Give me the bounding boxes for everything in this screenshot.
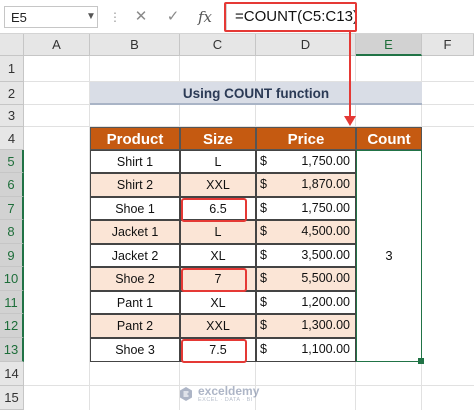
price-currency: $ <box>260 342 267 356</box>
header-count[interactable]: Count <box>356 127 422 150</box>
enter-icon[interactable]: ✓ <box>160 6 186 28</box>
select-all-corner[interactable] <box>0 34 24 56</box>
fill-handle[interactable] <box>418 358 424 364</box>
row-header-8[interactable]: 8 <box>0 220 24 244</box>
product-cell[interactable]: Pant 1 <box>90 291 180 314</box>
row-header-9[interactable]: 9 <box>0 244 24 267</box>
sheet-title[interactable]: Using COUNT function <box>90 82 422 105</box>
product-cell[interactable]: Jacket 2 <box>90 244 180 267</box>
name-box-dropdown-icon[interactable]: ▼ <box>84 6 98 28</box>
highlight-box-shoe-2-size <box>181 268 247 292</box>
count-result[interactable]: 3 <box>356 245 422 267</box>
size-cell[interactable]: XXL <box>180 173 256 197</box>
row-header-12[interactable]: 12 <box>0 314 24 338</box>
size-cell[interactable]: XXL <box>180 314 256 338</box>
size-cell[interactable]: L <box>180 150 256 173</box>
column-header-b[interactable]: B <box>90 34 180 56</box>
price-amount: 1,100.00 <box>301 342 350 356</box>
insert-function-icon[interactable]: fx <box>192 6 218 28</box>
price-currency: $ <box>260 154 267 168</box>
price-amount: 1,870.00 <box>301 177 350 191</box>
product-cell[interactable]: Shoe 1 <box>90 197 180 220</box>
size-cell[interactable]: L <box>180 220 256 244</box>
product-cell[interactable]: Pant 2 <box>90 314 180 338</box>
price-currency: $ <box>260 201 267 215</box>
price-amount: 1,300.00 <box>301 318 350 332</box>
price-currency: $ <box>260 318 267 332</box>
row-header-4[interactable]: 4 <box>0 127 24 150</box>
price-amount: 1,200.00 <box>301 295 350 309</box>
row-header-7[interactable]: 7 <box>0 197 24 220</box>
row-header-3[interactable]: 3 <box>0 105 24 127</box>
annotation-arrow-shaft <box>349 30 351 120</box>
watermark-name: exceldemy <box>198 384 260 398</box>
formula-highlight-box <box>224 2 357 32</box>
row-header-2[interactable]: 2 <box>0 82 24 105</box>
price-amount: 1,750.00 <box>301 154 350 168</box>
row-header-10[interactable]: 10 <box>0 267 24 291</box>
product-cell[interactable]: Shirt 2 <box>90 173 180 197</box>
price-currency: $ <box>260 224 267 238</box>
watermark-tagline: EXCEL · DATA · BI <box>198 397 253 403</box>
header-size[interactable]: Size <box>180 127 256 150</box>
price-amount: 3,500.00 <box>301 248 350 262</box>
price-amount: 1,750.00 <box>301 201 350 215</box>
highlight-box-shoe-3-size <box>181 339 247 363</box>
size-cell[interactable]: XL <box>180 291 256 314</box>
size-cell[interactable]: XL <box>180 244 256 267</box>
column-header-f[interactable]: F <box>422 34 474 56</box>
product-cell[interactable]: Shoe 3 <box>90 338 180 362</box>
row-header-5[interactable]: 5 <box>0 150 24 173</box>
row-header-13[interactable]: 13 <box>0 338 24 362</box>
header-price[interactable]: Price <box>256 127 356 150</box>
header-product[interactable]: Product <box>90 127 180 150</box>
row-header-11[interactable]: 11 <box>0 291 24 314</box>
column-header-e[interactable]: E <box>356 34 422 56</box>
column-header-c[interactable]: C <box>180 34 256 56</box>
formula-bar-separator-icon: ⋮ <box>109 10 121 24</box>
exceldemy-logo-icon <box>180 387 192 401</box>
product-cell[interactable]: Shirt 1 <box>90 150 180 173</box>
cancel-icon[interactable]: ✕ <box>128 6 154 28</box>
price-amount: 4,500.00 <box>301 224 350 238</box>
price-currency: $ <box>260 177 267 191</box>
column-header-d[interactable]: D <box>256 34 356 56</box>
highlight-box-shoe-1-size <box>181 198 247 222</box>
watermark: exceldemy EXCEL · DATA · BI <box>176 384 286 406</box>
price-amount: 5,500.00 <box>301 271 350 285</box>
row-header-1[interactable]: 1 <box>0 56 24 82</box>
column-header-a[interactable]: A <box>24 34 90 56</box>
row-header-6[interactable]: 6 <box>0 173 24 197</box>
product-cell[interactable]: Shoe 2 <box>90 267 180 291</box>
price-currency: $ <box>260 295 267 309</box>
row-header-14[interactable]: 14 <box>0 362 24 386</box>
price-currency: $ <box>260 271 267 285</box>
annotation-arrow-head-icon <box>344 116 356 126</box>
row-header-15[interactable]: 15 <box>0 386 24 410</box>
price-currency: $ <box>260 248 267 262</box>
product-cell[interactable]: Jacket 1 <box>90 220 180 244</box>
